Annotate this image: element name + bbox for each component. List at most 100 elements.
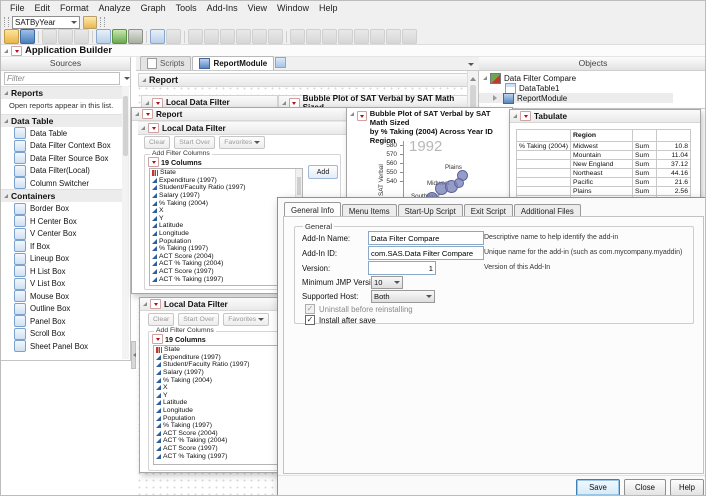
list-item[interactable]: State [150,169,302,177]
red-triangle-menu-icon[interactable] [152,334,163,344]
tabulate-header[interactable]: Tabulate [510,110,700,123]
addin-id-field[interactable] [368,246,484,260]
min-jmp-version-select[interactable]: 10 [371,276,403,289]
menu-format[interactable]: Format [55,3,94,13]
scroll-up-icon[interactable] [470,74,476,81]
tab-scripts[interactable]: Scripts [140,56,191,70]
source-item[interactable]: If Box [1,240,122,253]
new-window-icon[interactable] [150,29,165,44]
version-field[interactable] [368,261,436,275]
columns-count-row[interactable]: 19 Columns [152,334,206,344]
group-icon[interactable] [354,29,369,44]
disclosure-icon[interactable] [513,114,517,118]
menu-file[interactable]: File [5,3,30,13]
tree-item-addin[interactable]: Data Filter Compare [479,73,706,83]
disclosure-icon[interactable] [135,112,139,116]
section-data-table[interactable]: Data Table [1,114,122,127]
source-item[interactable]: Data Filter(Local) [1,164,122,177]
source-item[interactable]: Data Filter Source Box [1,152,122,165]
tree-item-reportmodule[interactable]: ReportModule [479,93,673,103]
menu-help[interactable]: Help [314,3,343,13]
source-item[interactable]: V List Box [1,277,122,290]
new-module-icon[interactable] [275,57,286,68]
align-left-icon[interactable] [188,29,203,44]
disclosure-icon[interactable] [143,302,147,306]
clear-button[interactable]: Clear [148,313,174,326]
paste-icon[interactable] [74,29,89,44]
menu-tools[interactable]: Tools [171,3,202,13]
copy-icon[interactable] [58,29,73,44]
disclosure-icon[interactable] [350,112,354,116]
disclosure-icon[interactable] [483,76,487,80]
list-item[interactable]: Expenditure (1997) [150,177,302,185]
source-item[interactable]: Data Filter Context Box [1,139,122,152]
align-center-icon[interactable] [204,29,219,44]
send-back-icon[interactable] [402,29,417,44]
source-item[interactable]: Panel Box [1,315,122,328]
source-item[interactable]: V Center Box [1,227,122,240]
menu-edit[interactable]: Edit [30,3,56,13]
run-script-icon[interactable] [83,16,97,29]
red-triangle-menu-icon[interactable] [357,111,367,121]
columns-count-row[interactable]: 19 Columns [148,157,202,167]
menu-view[interactable]: View [243,3,272,13]
source-item[interactable]: Border Box [1,202,122,215]
red-triangle-menu-icon[interactable] [142,109,153,119]
list-item[interactable]: Student/Faculty Ratio (1997) [150,184,302,192]
same-width-icon[interactable] [322,29,337,44]
supported-host-select[interactable]: Both [371,290,435,303]
menu-addins[interactable]: Add-Ins [202,3,243,13]
sources-scrollbar[interactable] [122,86,129,359]
ungroup-icon[interactable] [370,29,385,44]
addin-name-field[interactable] [368,231,484,245]
menu-analyze[interactable]: Analyze [94,3,136,13]
toolbar-grip[interactable] [100,17,105,27]
source-item[interactable]: Sheet Panel Box [1,340,122,353]
align-right-icon[interactable] [220,29,235,44]
filter-options-icon[interactable] [124,77,130,83]
source-item[interactable]: H Center Box [1,215,122,228]
help-button[interactable]: Help [670,479,704,496]
menu-graph[interactable]: Graph [136,3,171,13]
distribute-h-icon[interactable] [290,29,305,44]
red-triangle-menu-icon[interactable] [11,46,22,56]
uninstall-checkbox[interactable] [305,304,315,314]
source-item[interactable]: Lineup Box [1,252,122,265]
script-combo[interactable]: SATByYear [12,16,80,29]
red-triangle-menu-icon[interactable] [520,111,531,121]
menu-window[interactable]: Window [272,3,314,13]
start-over-button[interactable]: Start Over [174,136,215,149]
red-triangle-menu-icon[interactable] [150,299,161,309]
bubble-point[interactable] [454,178,464,188]
distribute-v-icon[interactable] [306,29,321,44]
red-triangle-menu-icon[interactable] [148,123,159,133]
toolbar-grip[interactable] [4,17,9,27]
align-bottom-icon[interactable] [268,29,283,44]
journal-icon[interactable] [96,29,111,44]
align-middle-icon[interactable] [252,29,267,44]
filter-input[interactable] [4,72,120,85]
tree-item-datatable[interactable]: DataTable1 [479,83,706,93]
add-button[interactable]: Add [308,165,338,179]
preferences-wrench-icon[interactable] [128,29,143,44]
save-button[interactable]: Save [576,479,620,496]
save-icon[interactable] [20,29,35,44]
open-icon[interactable] [4,29,19,44]
same-height-icon[interactable] [338,29,353,44]
bring-front-icon[interactable] [386,29,401,44]
tab-reportmodule[interactable]: ReportModule [192,56,274,70]
favorites-button[interactable]: Favorites [219,136,265,149]
expand-icon[interactable] [493,95,500,101]
red-triangle-menu-icon[interactable] [289,98,300,108]
install-checkbox[interactable] [305,315,315,325]
layout-icon[interactable] [166,29,181,44]
close-button[interactable]: Close [624,479,666,496]
align-top-icon[interactable] [236,29,251,44]
source-item[interactable]: Data Table [1,127,122,140]
disclosure-icon[interactable] [142,78,146,82]
disclosure-icon[interactable] [4,49,8,53]
script-editor-icon[interactable] [112,29,127,44]
source-item[interactable]: Mouse Box [1,290,122,303]
red-triangle-menu-icon[interactable] [148,157,159,167]
source-item[interactable]: Column Switcher [1,177,122,190]
